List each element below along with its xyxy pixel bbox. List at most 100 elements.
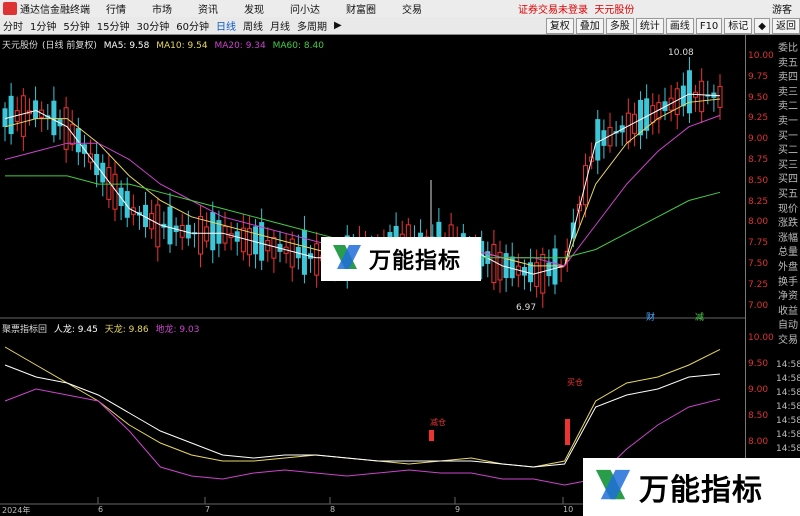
period-tab[interactable]: 60分钟 (173, 18, 212, 33)
watermark-logo-icon (595, 469, 631, 500)
quote-label: 换手 (778, 276, 798, 288)
finance-marker[interactable]: 财 (646, 310, 655, 323)
period-tab[interactable]: 分时 (0, 18, 26, 33)
candle-body (8, 95, 14, 135)
price-axis-tick: 8.50 (748, 175, 769, 186)
candle-body (674, 88, 680, 116)
indicator-axis-tick: 9.00 (748, 385, 769, 395)
quote-label: 净资 (778, 291, 798, 303)
price-axis-tick: 9.75 (748, 71, 769, 82)
period-tab[interactable]: 周线 (240, 18, 266, 33)
watermark-logo-icon (333, 245, 361, 269)
candle-body (314, 243, 320, 276)
period-tab[interactable]: 15分钟 (94, 18, 133, 33)
menu-ask[interactable]: 问小达 (290, 1, 320, 16)
overlay-button[interactable]: 叠加 (575, 17, 604, 34)
f10-button[interactable]: F10 (695, 17, 723, 34)
period-tab[interactable]: 月线 (267, 18, 293, 33)
price-axis-tick: 7.00 (748, 300, 769, 311)
signal-reduce: 减仓 (430, 418, 446, 427)
signal-bar-reduce (429, 430, 434, 441)
ma5-label: MA5: 9.58 (103, 41, 150, 51)
time-label: 6 (98, 505, 104, 514)
candle-body (625, 112, 631, 143)
candle-body (33, 100, 39, 119)
period-more[interactable]: ▶ (331, 20, 345, 31)
period-tab[interactable]: 多周期 (294, 18, 330, 33)
candle-body (271, 236, 277, 259)
quote-label: 总量 (778, 247, 798, 259)
stats-button[interactable]: 统计 (635, 17, 664, 34)
candle-body (155, 204, 161, 248)
time-label: 2024年 (2, 506, 31, 515)
watermark-center: 万能指标 (321, 237, 481, 281)
period-tab[interactable]: 5分钟 (60, 18, 92, 33)
time-label: 10 (563, 505, 574, 514)
draw-line-button[interactable]: 画线 (665, 17, 694, 34)
stock-name: 天元股份 (2, 41, 39, 51)
candle-body (51, 100, 57, 136)
app-title: 通达信金融终端 (20, 5, 90, 16)
candle-body (699, 80, 705, 113)
mark-button[interactable]: 标记 (724, 17, 753, 34)
quote-label: 卖二 (778, 101, 798, 113)
candle-body (222, 225, 228, 244)
quote-panel: 10.00 9.75 9.50 9.25 9.00 8.75 8.50 8.25 8.00 7.7… (745, 35, 800, 516)
quote-label: 卖一 (778, 116, 798, 127)
multi-stock-button[interactable]: 多股 (605, 17, 634, 34)
menu-bar: 通达信金融终端 行情 市场 资讯 发现 问小达 财富圈 交易 证券交易未登录 天… (0, 0, 800, 17)
period-toolbar: 分时 1分钟 5分钟 15分钟 30分钟 60分钟 日线 周线 月线 多周期 ▶… (0, 17, 800, 35)
price-axis-tick: 9.50 (748, 92, 769, 103)
period-tab[interactable]: 1分钟 (27, 18, 59, 33)
ma10-label: MA10: 9.54 (156, 41, 208, 51)
menu-trade[interactable]: 交易 (402, 1, 422, 16)
tick-time: 14:58 (776, 402, 800, 412)
indicator-name: 聚票指标回 (2, 325, 48, 335)
menu-news[interactable]: 资讯 (198, 1, 218, 16)
menu-discover[interactable]: 发现 (244, 1, 264, 16)
indicator-axis-tick: 10.00 (748, 333, 774, 343)
diamond-icon[interactable]: ◆ (754, 17, 770, 34)
menu-wealth[interactable]: 财富圈 (346, 1, 376, 16)
candle-body (210, 211, 216, 251)
signal-buy: 买仓 (567, 378, 583, 387)
tick-time: 14:58 (776, 444, 800, 454)
watermark-corner: 万能指标 (583, 458, 800, 516)
quote-label: 卖五 (778, 57, 798, 69)
renlong-label: 人龙: 9.45 (53, 325, 98, 335)
quote-label: 卖三 (778, 86, 798, 98)
tick-time: 14:58 (776, 374, 800, 384)
app-logo-icon (3, 2, 17, 15)
period-tab[interactable]: 30分钟 (133, 18, 172, 33)
guest-label[interactable]: 游客 (772, 1, 792, 16)
watermark-text: 万能指标 (369, 249, 462, 274)
ma20-label: MA20: 9.34 (214, 41, 266, 51)
time-label: 9 (455, 505, 461, 514)
quote-label: 涨幅 (778, 232, 798, 244)
sub-panel-title: 聚票指标回 人龙: 9.45 天龙: 9.86 地龙: 9.03 (2, 322, 203, 335)
watermark-text: 万能指标 (639, 473, 763, 508)
price-axis-tick: 9.00 (748, 134, 769, 145)
quote-label: 收益 (778, 305, 798, 317)
main-panel-title: 天元股份 (日线 前复权) MA5: 9.58 MA10: 9.54 MA20: … (2, 38, 328, 51)
menu-market[interactable]: 行情 (106, 1, 126, 16)
quote-label: 自动 (778, 320, 798, 332)
back-button[interactable]: 返回 (772, 17, 800, 34)
price-axis-tick: 7.50 (748, 259, 769, 269)
price-axis-tick: 7.75 (748, 238, 769, 249)
candle-body (259, 222, 265, 261)
reduce-marker[interactable]: 减 (695, 310, 704, 323)
period-tab-daily[interactable]: 日线 (213, 18, 239, 33)
candle-body (204, 226, 210, 242)
price-axis-tick: 8.25 (748, 196, 769, 207)
quote-label: 交易 (778, 335, 798, 346)
candle-body (253, 226, 259, 255)
candle-body (20, 95, 26, 137)
price-axis-tick: 7.25 (748, 279, 769, 290)
login-warning[interactable]: 证券交易未登录 天元股份 (518, 1, 634, 16)
candle-body (644, 98, 650, 131)
signal-bar-buy (565, 419, 570, 445)
menu-markets[interactable]: 市场 (152, 1, 172, 16)
candle-body (118, 187, 124, 207)
restore-rights-button[interactable]: 复权 (545, 17, 574, 34)
